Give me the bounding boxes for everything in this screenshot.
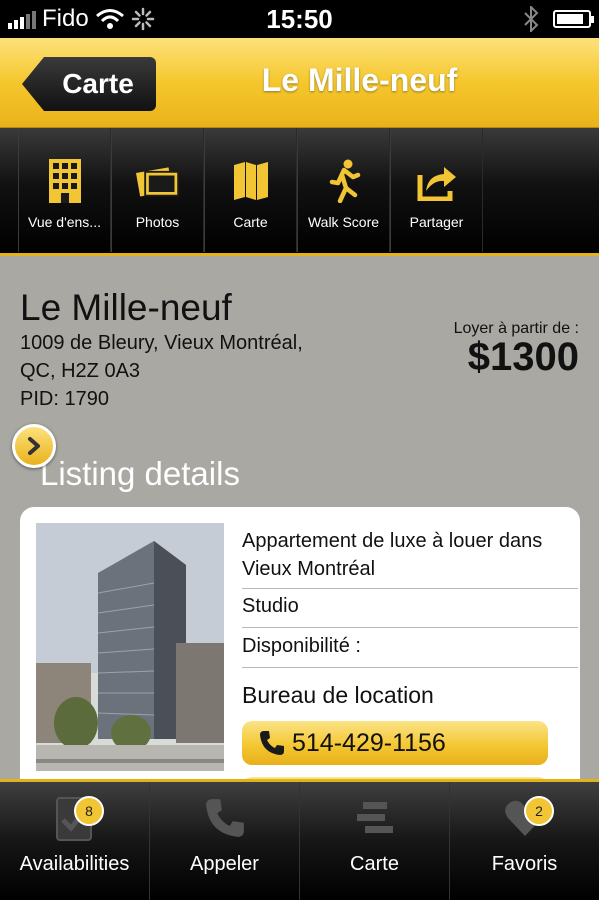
divider (242, 667, 578, 668)
back-button[interactable]: Carte (22, 57, 156, 111)
tab-favoris[interactable]: 2 Favoris (449, 782, 599, 900)
tab-bar: 8 Availabilities Appeler Carte 2 Favoris (0, 779, 599, 900)
property-photo[interactable] (36, 523, 224, 771)
rent-price: $1300 (467, 335, 579, 379)
listing-type: Studio (242, 595, 299, 617)
phone-number: 514-429-1156 (292, 728, 446, 757)
listing-description: Appartement de luxe à louer dans Vieux M… (242, 530, 543, 580)
bluetooth-icon (524, 6, 539, 32)
tab-appeler[interactable]: Appeler (149, 782, 299, 900)
office-label: Bureau de location (242, 682, 434, 708)
toolbar-label: Photos (135, 214, 180, 230)
badge: 8 (74, 796, 104, 826)
badge: 2 (524, 796, 554, 826)
tab-availabilities[interactable]: 8 Availabilities (0, 782, 149, 900)
share-icon (415, 158, 459, 204)
toolbar-label: Partager (409, 214, 464, 230)
status-bar: Fido 15:50 (0, 0, 599, 38)
status-right (523, 0, 594, 38)
property-content: Le Mille-neuf 1009 de Bleury, Vieux Mont… (0, 259, 599, 797)
status-time: 15:50 (266, 4, 333, 34)
photos-icon (135, 158, 180, 204)
toolbar-item-overview[interactable]: Vue d'ens... (18, 128, 111, 252)
building-icon (43, 158, 87, 204)
phone-icon (200, 793, 250, 843)
property-pid: PID: 1790 (20, 388, 109, 410)
toolbar-item-walkscore[interactable]: Walk Score (297, 128, 390, 252)
divider (242, 627, 578, 628)
battery-icon (553, 10, 594, 28)
toolbar-item-photos[interactable]: Photos (111, 128, 204, 252)
listing-card: Appartement de luxe à louer dans Vieux M… (20, 507, 580, 797)
phone-icon (260, 731, 284, 755)
toolbar-item-share[interactable]: Partager (390, 128, 483, 252)
call-office-button[interactable]: 514-429-1156 (242, 721, 548, 765)
divider (242, 588, 578, 589)
toolbar-label: Carte (233, 214, 268, 230)
map-list-icon (350, 793, 400, 843)
tab-label: Appeler (190, 853, 259, 875)
map-icon (229, 158, 273, 204)
chevron-right-icon (28, 437, 40, 455)
toolbar-label: Vue d'ens... (28, 214, 101, 230)
walking-person-icon (322, 158, 366, 204)
next-photo-button[interactable] (12, 424, 56, 468)
action-toolbar: Vue d'ens... Photos Carte Walk Score Par… (0, 128, 599, 256)
address-line-1: 1009 de Bleury, Vieux Montréal, (20, 332, 303, 354)
tab-label: Carte (350, 853, 399, 875)
property-name: Le Mille-neuf (20, 287, 232, 328)
listing-availability: Disponibilité : (242, 635, 361, 657)
tab-carte[interactable]: Carte (299, 782, 449, 900)
address-line-2: QC, H2Z 0A3 (20, 360, 141, 382)
toolbar-item-map[interactable]: Carte (204, 128, 297, 252)
toolbar-label: Walk Score (307, 214, 380, 230)
section-title: Listing details (40, 455, 240, 492)
tab-label: Availabilities (19, 853, 130, 875)
tab-label: Favoris (491, 853, 558, 875)
property-address: 1009 de Bleury, Vieux Montréal, QC, H2Z … (20, 329, 380, 413)
nav-header: Carte Le Mille-neuf (0, 38, 599, 128)
page-title: Le Mille-neuf (261, 62, 458, 98)
